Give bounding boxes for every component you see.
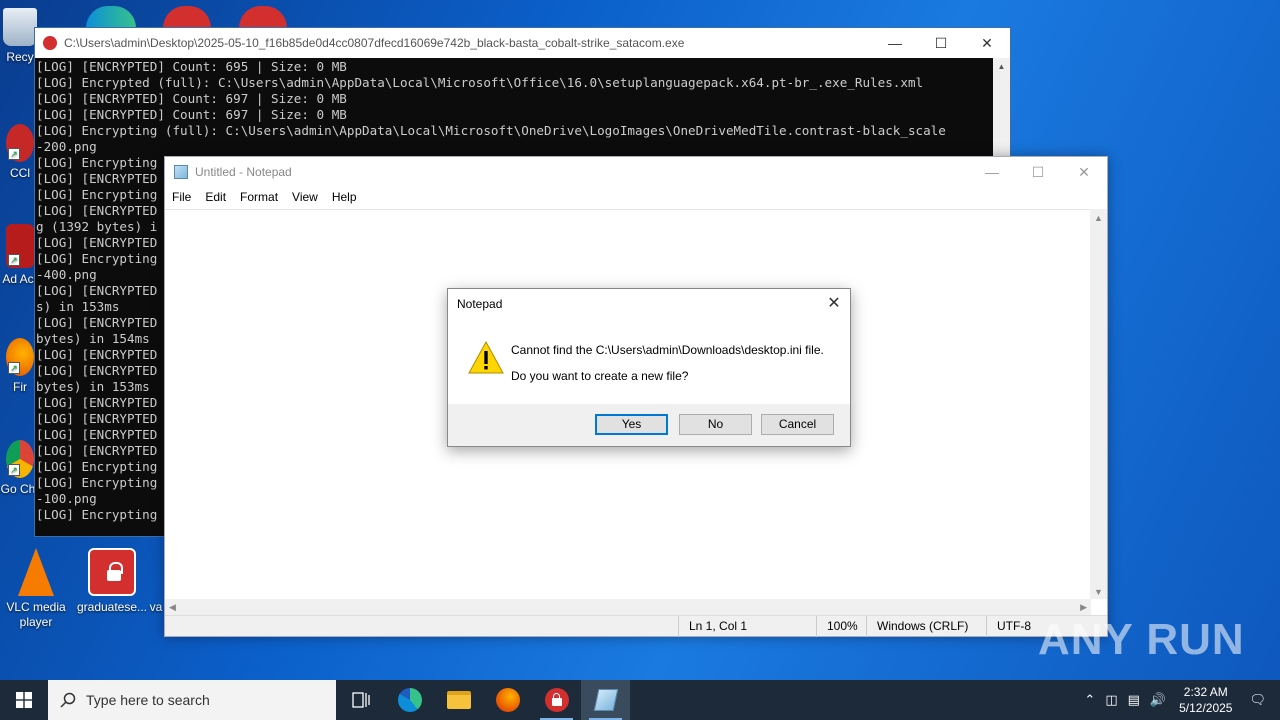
menu-view[interactable]: View: [292, 190, 318, 204]
menu-format[interactable]: Format: [240, 190, 278, 204]
desktop-icon-vlc[interactable]: VLC media player: [0, 548, 72, 630]
chrome-icon: ↗: [6, 440, 34, 478]
taskbar-notepad[interactable]: [581, 680, 630, 720]
firefox-icon: [495, 688, 520, 712]
desktop-icon-lock-partial[interactable]: [239, 6, 287, 28]
scroll-left-icon[interactable]: ◀: [169, 602, 176, 613]
menu-help[interactable]: Help: [332, 190, 357, 204]
desktop-icon-graduatese[interactable]: graduatese...: [76, 548, 148, 615]
cancel-button[interactable]: Cancel: [761, 414, 834, 435]
network-adapter-icon[interactable]: ◫: [1105, 692, 1117, 708]
desktop-icon-label: graduatese...: [76, 600, 148, 614]
desktop-icon-label: VLC media player: [6, 600, 66, 629]
speaker-icon[interactable]: 🔊: [1150, 692, 1166, 708]
search-placeholder: Type here to search: [86, 692, 210, 708]
watermark-text: ANY RUN: [1038, 615, 1245, 664]
maximize-button[interactable]: ☐: [1015, 157, 1061, 187]
status-zoom: 100%: [816, 616, 866, 637]
taskbar-ransomware-app[interactable]: [532, 680, 581, 720]
vlc-cone-icon: [18, 548, 54, 596]
notepad-horizontal-scrollbar[interactable]: ◀ ▶: [165, 599, 1091, 616]
lock-icon: [43, 36, 57, 50]
yes-button[interactable]: Yes: [595, 414, 668, 435]
taskbar-file-explorer[interactable]: [434, 680, 483, 720]
scroll-up-icon[interactable]: ▲: [993, 58, 1010, 71]
dialog-title: Notepad: [457, 297, 503, 311]
maximize-button[interactable]: ☐: [918, 28, 964, 58]
dialog-close-button[interactable]: ✕: [818, 289, 850, 319]
acrobat-icon: ↗: [6, 224, 34, 268]
notepad-statusbar: Ln 1, Col 1 100% Windows (CRLF) UTF-8: [165, 615, 1107, 637]
notepad-titlebar[interactable]: Untitled - Notepad — ☐ ✕: [165, 157, 1107, 187]
desktop-icon-lock-partial[interactable]: [163, 6, 211, 28]
firefox-icon: ↗: [6, 338, 34, 376]
notepad-icon: [174, 165, 188, 179]
menu-edit[interactable]: Edit: [205, 190, 226, 204]
shortcut-arrow-icon: ↗: [8, 254, 20, 266]
search-icon: [60, 692, 76, 708]
clock-time: 2:32 AM: [1183, 685, 1228, 699]
taskbar-search-box[interactable]: Type here to search: [48, 680, 336, 720]
network-icon[interactable]: ▤: [1128, 692, 1140, 708]
anyrun-watermark: ANY RUN: [1038, 610, 1245, 670]
desktop-icon-label: va: [149, 600, 163, 614]
windows-logo-icon: [16, 692, 32, 708]
desktop-icon-va[interactable]: va: [146, 548, 166, 615]
menu-file[interactable]: File: [172, 190, 191, 204]
notepad-vertical-scrollbar[interactable]: ▲ ▼: [1090, 209, 1107, 599]
status-cursor-position: Ln 1, Col 1: [678, 616, 816, 637]
clock-date: 5/12/2025: [1179, 701, 1233, 715]
scroll-down-icon[interactable]: ▼: [1094, 587, 1103, 597]
taskbar: Type here to search ⌃ ◫ ▤ 🔊 2:32 AM 5/12…: [0, 680, 1280, 720]
minimize-button[interactable]: —: [969, 157, 1015, 187]
recycle-bin-icon: [3, 8, 37, 46]
shortcut-arrow-icon: ↗: [8, 148, 20, 160]
dialog-footer: Yes No Cancel: [448, 404, 850, 446]
shortcut-arrow-icon: ↗: [8, 362, 20, 374]
console-titlebar[interactable]: C:\Users\admin\Desktop\2025-05-10_f16b85…: [35, 28, 1010, 58]
warning-icon: [468, 341, 504, 374]
task-view-icon: [351, 692, 370, 708]
file-icon: [147, 548, 165, 596]
shortcut-arrow-icon: ↗: [8, 464, 20, 476]
dialog-message-line1: Cannot find the C:\Users\admin\Downloads…: [511, 343, 824, 357]
notepad-menubar: File Edit Format View Help: [165, 187, 1107, 207]
close-button[interactable]: ✕: [1061, 157, 1107, 187]
taskbar-firefox[interactable]: [483, 680, 532, 720]
console-title: C:\Users\admin\Desktop\2025-05-10_f16b85…: [64, 36, 685, 50]
folder-icon: [446, 691, 471, 709]
notepad-title: Untitled - Notepad: [195, 165, 292, 179]
notification-center-icon[interactable]: 🗨: [1249, 692, 1266, 708]
no-button[interactable]: No: [679, 414, 752, 435]
start-button[interactable]: [0, 680, 48, 720]
taskbar-edge[interactable]: [385, 680, 434, 720]
system-tray: ⌃ ◫ ▤ 🔊 2:32 AM 5/12/2025 🗨: [1079, 680, 1280, 720]
notepad-dialog[interactable]: Notepad ✕ Cannot find the C:\Users\admin…: [447, 288, 851, 447]
close-button[interactable]: ✕: [964, 28, 1010, 58]
taskbar-clock[interactable]: 2:32 AM 5/12/2025: [1179, 684, 1232, 716]
task-view-button[interactable]: [336, 680, 385, 720]
lock-icon: [88, 548, 136, 596]
notepad-icon: [593, 689, 618, 711]
ccleaner-icon: ↗: [6, 124, 34, 162]
lock-icon: [544, 688, 569, 712]
status-line-ending: Windows (CRLF): [866, 616, 986, 637]
edge-icon: [397, 688, 422, 712]
chevron-up-icon[interactable]: ⌃: [1084, 692, 1095, 708]
scroll-up-icon[interactable]: ▲: [1094, 213, 1103, 223]
minimize-button[interactable]: —: [872, 28, 918, 58]
desktop-icon-edge-partial[interactable]: [86, 6, 136, 28]
dialog-message-line2: Do you want to create a new file?: [511, 369, 689, 383]
